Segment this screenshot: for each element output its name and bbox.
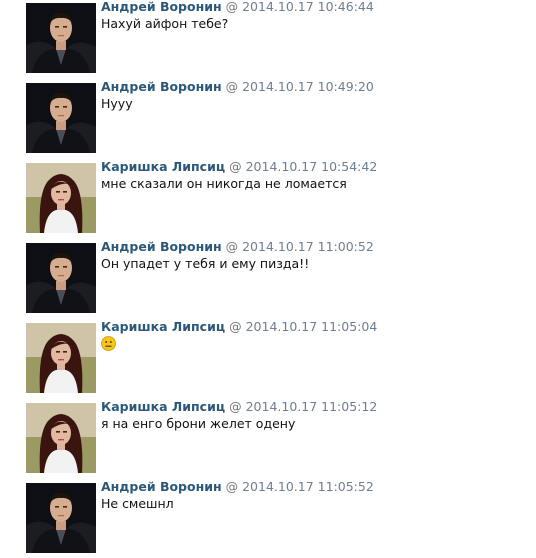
message-timestamp[interactable]: 2014.10.17 11:05:04 bbox=[246, 319, 378, 334]
avatar-female-photo bbox=[26, 403, 96, 473]
message-header: Каришка Липсиц @ 2014.10.17 11:05:12 bbox=[101, 400, 377, 414]
at-separator: @ bbox=[229, 399, 242, 414]
at-separator: @ bbox=[225, 79, 239, 94]
avatar[interactable] bbox=[26, 163, 96, 233]
message-header: Андрей Воронин @ 2014.10.17 11:05:52 bbox=[101, 480, 374, 494]
author-name[interactable]: Каришка Липсиц bbox=[101, 399, 225, 414]
avatar-male-photo bbox=[26, 83, 96, 153]
at-separator: @ bbox=[225, 0, 239, 14]
at-separator: @ bbox=[229, 159, 242, 174]
message-text: Нахуй айфон тебе? bbox=[101, 16, 229, 31]
message-text: Не смешнл bbox=[101, 496, 174, 511]
at-separator: @ bbox=[229, 319, 242, 334]
message-item: Каришка Липсиц @ 2014.10.17 11:05:12 я н… bbox=[26, 400, 526, 473]
message-text bbox=[101, 336, 116, 351]
avatar[interactable] bbox=[26, 83, 96, 153]
message-item: Андрей Воронин @ 2014.10.17 10:46:44 Нах… bbox=[26, 0, 526, 73]
neutral-smiley-icon bbox=[101, 336, 116, 351]
avatar-male-photo bbox=[26, 3, 96, 73]
at-separator: @ bbox=[225, 239, 239, 254]
avatar[interactable] bbox=[26, 3, 96, 73]
avatar[interactable] bbox=[26, 483, 96, 553]
message-item: Андрей Воронин @ 2014.10.17 10:49:20 Нуу… bbox=[26, 80, 526, 153]
message-item: Каришка Липсиц @ 2014.10.17 10:54:42 мне… bbox=[26, 160, 526, 233]
author-name[interactable]: Андрей Воронин bbox=[101, 239, 222, 254]
message-item: Каришка Липсиц @ 2014.10.17 11:05:04 bbox=[26, 320, 526, 393]
message-header: Каришка Липсиц @ 2014.10.17 10:54:42 bbox=[101, 160, 377, 174]
message-text: я на енго брони желет одену bbox=[101, 416, 296, 431]
avatar-male-photo bbox=[26, 243, 96, 313]
message-header: Андрей Воронин @ 2014.10.17 10:49:20 bbox=[101, 80, 374, 94]
message-header: Андрей Воронин @ 2014.10.17 10:46:44 bbox=[101, 0, 374, 14]
message-header: Андрей Воронин @ 2014.10.17 11:00:52 bbox=[101, 240, 374, 254]
message-text: Нууу bbox=[101, 96, 133, 111]
avatar[interactable] bbox=[26, 243, 96, 313]
author-name[interactable]: Каришка Липсиц bbox=[101, 159, 225, 174]
author-name[interactable]: Андрей Воронин bbox=[101, 79, 222, 94]
message-timestamp[interactable]: 2014.10.17 10:54:42 bbox=[246, 159, 378, 174]
message-timestamp[interactable]: 2014.10.17 10:49:20 bbox=[242, 79, 374, 94]
message-text: мне сказали он никогда не ломается bbox=[101, 176, 347, 191]
avatar-female-photo bbox=[26, 323, 96, 393]
author-name[interactable]: Андрей Воронин bbox=[101, 0, 222, 14]
avatar-female-photo bbox=[26, 163, 96, 233]
message-thread: Андрей Воронин @ 2014.10.17 10:46:44 Нах… bbox=[0, 0, 536, 558]
message-timestamp[interactable]: 2014.10.17 10:46:44 bbox=[242, 0, 374, 14]
author-name[interactable]: Каришка Липсиц bbox=[101, 319, 225, 334]
message-item: Андрей Воронин @ 2014.10.17 11:00:52 Он … bbox=[26, 240, 526, 313]
avatar[interactable] bbox=[26, 323, 96, 393]
message-text: Он упадет у тебя и ему пизда!! bbox=[101, 256, 310, 271]
avatar[interactable] bbox=[26, 403, 96, 473]
message-item: Андрей Воронин @ 2014.10.17 11:05:52 Не … bbox=[26, 480, 526, 553]
message-timestamp[interactable]: 2014.10.17 11:00:52 bbox=[242, 239, 374, 254]
author-name[interactable]: Андрей Воронин bbox=[101, 479, 222, 494]
at-separator: @ bbox=[225, 479, 239, 494]
avatar-male-photo bbox=[26, 483, 96, 553]
message-timestamp[interactable]: 2014.10.17 11:05:52 bbox=[242, 479, 374, 494]
message-timestamp[interactable]: 2014.10.17 11:05:12 bbox=[246, 399, 378, 414]
message-header: Каришка Липсиц @ 2014.10.17 11:05:04 bbox=[101, 320, 377, 334]
